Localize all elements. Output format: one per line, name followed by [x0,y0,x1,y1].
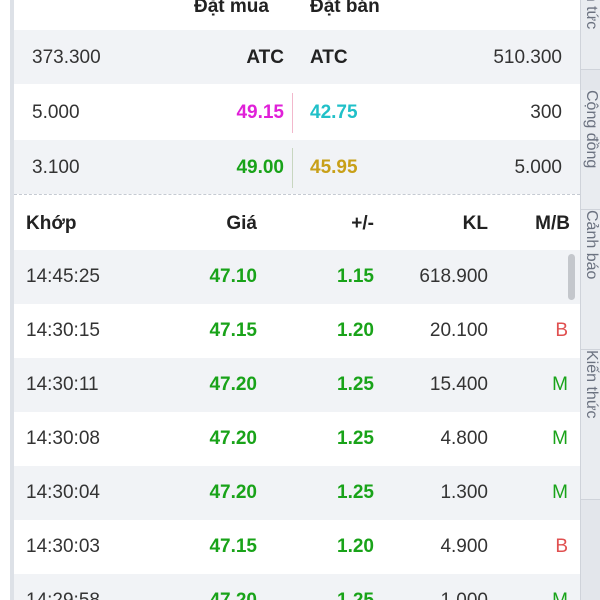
price-separator [292,148,293,188]
sidebar-tab-label: Cảnh báo [583,210,600,280]
match-volume: 1.000 [440,590,488,600]
match-time: 14:30:04 [26,482,100,503]
match-change: 1.25 [337,482,374,503]
section-divider [14,194,580,195]
ask-volume: 300 [530,102,562,123]
match-time: 14:30:15 [26,320,100,341]
sidebar-tab-label: Kiến thức [583,350,600,419]
ask-price: ATC [310,47,348,68]
order-book-row[interactable]: 3.100 49.00 45.95 5.000 [14,140,580,195]
bid-price: 49.00 [236,157,284,178]
match-change: 1.20 [337,320,374,341]
match-volume: 4.900 [440,536,488,557]
sidebar-tab-label: Cộng đồng [583,90,600,169]
match-time: 14:30:11 [26,374,99,395]
match-side: M [552,482,568,503]
bid-price: ATC [246,47,284,68]
bid-header: Đặt mua [194,0,269,17]
match-side: M [552,590,568,600]
column-header-side[interactable]: M/B [535,213,570,235]
match-side: M [552,374,568,395]
column-header-volume[interactable]: KL [463,213,488,235]
match-side: B [555,320,568,341]
table-row[interactable]: 14:29:58 47.20 1.25 1.000 M [14,574,580,600]
ask-price: 45.95 [310,157,358,178]
sidebar-tab[interactable]: Cảnh báo [581,210,600,350]
bid-volume: 5.000 [32,102,80,123]
match-change: 1.25 [337,374,374,395]
sidebar-tab[interactable]: Tin tức [581,0,600,70]
match-price: 47.20 [209,482,257,503]
table-row[interactable]: 14:30:03 47.15 1.20 4.900 B [14,520,580,574]
column-header-time[interactable]: Khớp [26,213,76,235]
match-change: 1.25 [337,590,374,600]
match-volume: 4.800 [440,428,488,449]
order-book: Đặt mua Đặt bán 373.300 ATC ATC 510.300 5.00… [14,0,580,195]
order-book-row[interactable]: 373.300 ATC ATC 510.300 [14,30,580,85]
sidebar-tab-label: Tin tức [583,0,600,30]
ask-volume: 5.000 [514,157,562,178]
ask-header: Đặt bán [310,0,380,17]
match-side: M [552,428,568,449]
match-price: 47.20 [209,590,257,600]
match-time: 14:45:25 [26,266,100,287]
match-change: 1.15 [337,266,374,287]
table-row[interactable]: 14:30:04 47.20 1.25 1.300 M [14,466,580,520]
match-table: Khớp Giá +/- KL M/B 14:45:25 47.10 1.15 618… [14,196,580,600]
sidebar-tab[interactable]: Kiến thức [581,350,600,500]
main-content: Đặt mua Đặt bán 373.300 ATC ATC 510.300 5.00… [14,0,580,600]
order-book-row[interactable]: 5.000 49.15 42.75 300 [14,85,580,140]
price-separator [292,93,293,133]
match-side: B [555,536,568,557]
right-sidebar: Tin tức Cộng đồng Cảnh báo Kiến thức [580,0,600,600]
match-price: 47.10 [209,266,257,287]
match-volume: 20.100 [429,320,488,341]
match-change: 1.20 [337,536,374,557]
scrollbar-thumb[interactable] [568,254,575,300]
bid-volume: 3.100 [32,157,80,178]
match-price: 47.15 [209,536,257,557]
order-book-header: Đặt mua Đặt bán [14,0,580,30]
stock-trading-panel: Đặt mua Đặt bán 373.300 ATC ATC 510.300 5.00… [0,0,600,600]
sidebar-tab[interactable]: Cộng đồng [581,90,600,210]
match-change: 1.25 [337,428,374,449]
bid-volume: 373.300 [32,47,101,68]
bid-price: 49.15 [236,102,284,123]
match-time: 14:30:03 [26,536,100,557]
match-table-header: Khớp Giá +/- KL M/B [14,196,580,250]
table-row[interactable]: 14:30:11 47.20 1.25 15.400 M [14,358,580,412]
match-time: 14:30:08 [26,428,100,449]
match-price: 47.20 [209,428,257,449]
match-volume: 618.900 [419,266,488,287]
match-table-rows: 14:45:25 47.10 1.15 618.900 14:30:15 47.15 1.2… [14,250,580,600]
order-book-rows: 373.300 ATC ATC 510.300 5.000 49.15 42.75 300 3.… [14,30,580,195]
table-row[interactable]: 14:30:08 47.20 1.25 4.800 M [14,412,580,466]
match-volume: 15.400 [429,374,488,395]
left-panel-edge [0,0,10,600]
match-volume: 1.300 [440,482,488,503]
match-price: 47.20 [209,374,257,395]
column-header-change[interactable]: +/- [351,213,374,235]
column-header-price[interactable]: Giá [226,213,257,235]
match-price: 47.15 [209,320,257,341]
table-row[interactable]: 14:30:15 47.15 1.20 20.100 B [14,304,580,358]
table-row[interactable]: 14:45:25 47.10 1.15 618.900 [14,250,580,304]
ask-volume: 510.300 [493,47,562,68]
ask-price: 42.75 [310,102,358,123]
match-time: 14:29:58 [26,590,100,600]
